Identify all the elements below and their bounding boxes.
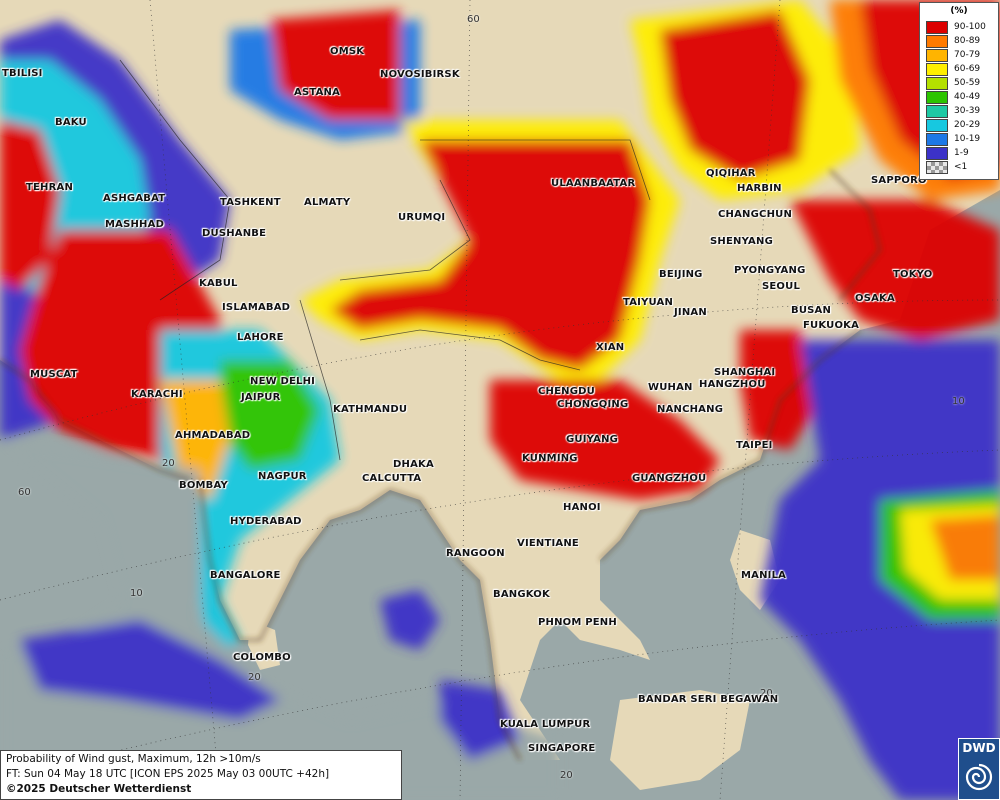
city-label: GUANGZHOU (632, 473, 707, 484)
swirl-icon (965, 763, 993, 791)
city-label: CHENGDU (538, 386, 595, 397)
info-box: Probability of Wind gust, Maximum, 12h >… (0, 750, 402, 800)
city-label: TEHRAN (26, 182, 74, 193)
city-label: TAIYUAN (623, 297, 674, 308)
city-label: SEOUL (762, 281, 801, 292)
city-label: BANGALORE (210, 570, 281, 581)
city-label: CHANGCHUN (718, 209, 793, 220)
city-label: TASHKENT (220, 197, 281, 208)
legend-item: 30-39 (926, 105, 996, 118)
legend-item: <1 (926, 161, 996, 174)
city-label: BANDAR SERI BEGAWAN (638, 694, 779, 705)
city-label: HYDERABAD (230, 516, 302, 527)
wind-gust-probability-map[interactable]: 60 60 20 10 10 20 20 20 TBILISI BAKU OMS… (0, 0, 1000, 800)
map-canvas (0, 0, 1000, 800)
city-label: MUSCAT (30, 369, 78, 380)
legend-item: 10-19 (926, 133, 996, 146)
city-label: HANGZHOU (699, 379, 766, 390)
city-label: ASHGABAT (103, 193, 166, 204)
legend-item: 90-100 (926, 21, 996, 34)
legend-title: (%) (950, 6, 968, 16)
legend-item: 20-29 (926, 119, 996, 132)
grid-label: 60 (18, 487, 31, 498)
city-label: CHONGQING (557, 399, 629, 410)
city-label: MANILA (741, 570, 787, 581)
copyright: ©2025 Deutscher Wetterdienst (6, 783, 192, 795)
grid-label: 10 (130, 588, 143, 599)
city-label: FUKUOKA (803, 320, 860, 331)
grid-label: 10 (952, 396, 965, 407)
city-label: JAIPUR (241, 392, 281, 403)
city-label: SINGAPORE (528, 743, 596, 754)
legend: (%) 90-100 80-89 70-79 60-69 50-59 40-49… (919, 2, 999, 180)
product-title: Probability of Wind gust, Maximum, 12h >… (6, 753, 261, 765)
grid-label: 20 (248, 672, 261, 683)
legend-item: 1-9 (926, 147, 996, 160)
city-label: LAHORE (237, 332, 284, 343)
city-label: XIAN (596, 342, 625, 353)
legend-item: 80-89 (926, 35, 996, 48)
city-label: ISLAMABAD (222, 302, 291, 313)
city-label: URUMQI (398, 212, 446, 223)
city-label: SHENYANG (710, 236, 773, 247)
dwd-logo-text: DWD (962, 741, 996, 755)
city-label: NEW DELHI (250, 376, 316, 387)
city-label: PYONGYANG (734, 265, 806, 276)
city-label: NANCHANG (657, 404, 724, 415)
legend-item: 70-79 (926, 49, 996, 62)
city-label: CALCUTTA (362, 473, 422, 484)
city-label: RANGOON (446, 548, 505, 559)
city-label: BAKU (55, 117, 87, 128)
legend-item: 50-59 (926, 77, 996, 90)
city-label: ALMATY (304, 197, 351, 208)
city-label: BANGKOK (493, 589, 550, 600)
city-label: VIENTIANE (517, 538, 579, 549)
city-label: SHANGHAI (714, 367, 776, 378)
city-label: BOMBAY (179, 480, 228, 491)
grid-label: 20 (162, 458, 175, 469)
city-label: KUNMING (522, 453, 578, 464)
city-label: ULAANBAATAR (551, 178, 636, 189)
city-label: ASTANA (294, 87, 341, 98)
city-label: DUSHANBE (202, 228, 267, 239)
city-label: NAGPUR (258, 471, 307, 482)
city-label: MASHHAD (105, 219, 165, 230)
dwd-logo[interactable]: DWD (958, 738, 1000, 800)
city-label: TOKYO (893, 269, 933, 280)
grid-label: 60 (467, 14, 480, 25)
city-label: WUHAN (648, 382, 693, 393)
city-label: JINAN (674, 307, 707, 318)
city-label: COLOMBO (233, 652, 291, 663)
city-label: KUALA LUMPUR (500, 719, 591, 730)
city-label: OMSK (330, 46, 365, 57)
city-label: KARACHI (131, 389, 183, 400)
legend-item: 40-49 (926, 91, 996, 104)
forecast-time: FT: Sun 04 May 18 UTC [ICON EPS 2025 May… (6, 768, 330, 780)
city-label: QIQIHAR (706, 168, 756, 179)
city-label: HARBIN (737, 183, 782, 194)
city-label: KATHMANDU (333, 404, 408, 415)
city-label: NOVOSIBIRSK (380, 69, 460, 80)
city-label: BUSAN (791, 305, 832, 316)
city-label: GUIYANG (566, 434, 619, 445)
city-label: AHMADABAD (175, 430, 251, 441)
city-label: OSAKA (855, 293, 895, 304)
city-label: BEIJING (659, 269, 703, 280)
city-label: TAIPEI (736, 440, 773, 451)
city-label: KABUL (199, 278, 238, 289)
city-label: TBILISI (2, 68, 43, 79)
city-label: DHAKA (393, 459, 434, 470)
city-label: PHNOM PENH (538, 617, 617, 628)
grid-label: 20 (560, 770, 573, 781)
legend-item: 60-69 (926, 63, 996, 76)
city-label: HANOI (563, 502, 601, 513)
